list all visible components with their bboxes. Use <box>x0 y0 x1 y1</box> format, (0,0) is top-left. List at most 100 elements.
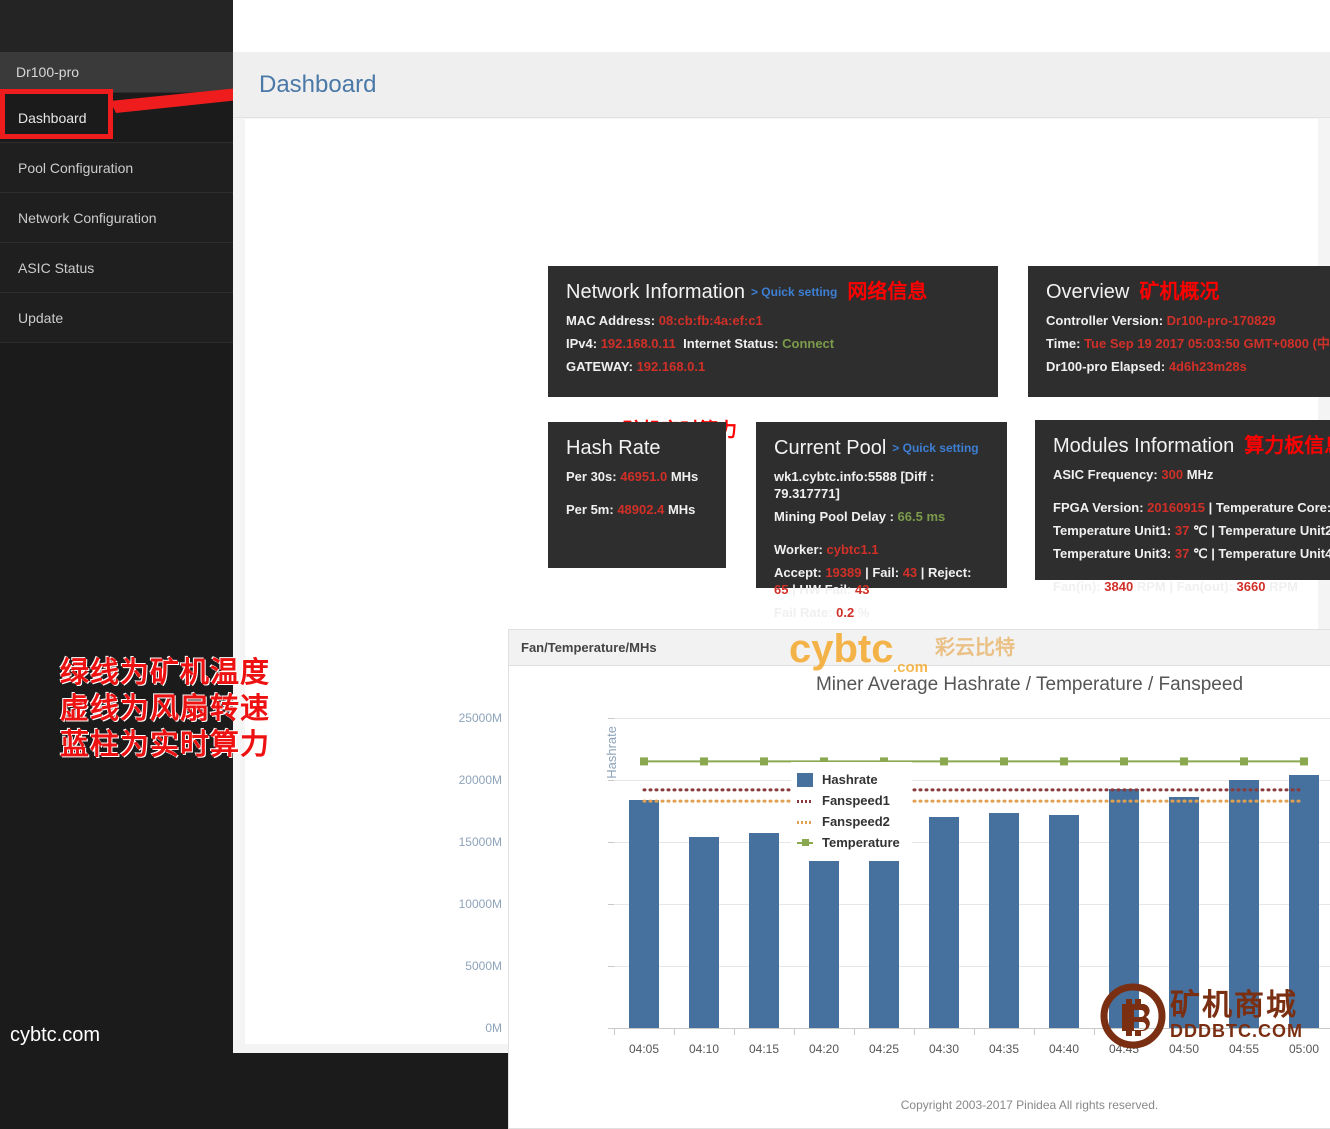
main-area: Dashboard Network Information > Quick set… <box>233 52 1330 1129</box>
chart-xaxis-tick <box>854 1028 855 1035</box>
fail-rate-value: 0.2 <box>836 605 855 620</box>
legend-swatch-hashrate <box>797 773 813 787</box>
gateway-row: GATEWAY: 192.168.0.1 <box>566 358 980 375</box>
annotation-line-3: 蓝柱为实时算力 <box>60 729 271 761</box>
rpm-unit: RPM <box>1136 579 1166 594</box>
asic-frequency-unit: MHz <box>1186 467 1214 482</box>
panel-title: Current Pool > Quick setting <box>774 436 989 460</box>
accept-value: 19389 <box>825 565 862 580</box>
internet-status-label: Internet Status: <box>683 336 779 351</box>
panel-title-cn: 网络信息 <box>847 281 928 303</box>
reject-sep: | <box>920 565 929 580</box>
chart-xaxis-tick-label: 04:20 <box>808 1042 840 1056</box>
pool-delay-value: 66.5 ms <box>897 509 946 524</box>
annotation-line-2: 虚线为风扇转速 <box>60 693 271 725</box>
fail-value: 43 <box>902 565 918 580</box>
chart-bar[interactable] <box>869 835 899 1028</box>
legend-item-temperature[interactable]: Temperature <box>797 834 900 852</box>
panel-title-text: Current Pool <box>774 437 887 459</box>
temp-unit1-value: 37 <box>1174 523 1190 538</box>
sidebar-brand: Dr100-pro <box>0 52 233 93</box>
fan-out-value: 3660 <box>1236 579 1266 594</box>
chart-legend: Hashrate Fanspeed1 Fanspeed2 Temperature <box>791 762 912 861</box>
logo-text-cn: 矿机商城 <box>1170 989 1298 1022</box>
chart-bar[interactable] <box>689 837 719 1028</box>
quick-setting-link[interactable]: > Quick setting <box>751 285 837 299</box>
mac-label: MAC Address: <box>566 313 656 328</box>
mac-value: 08:cb:fb:4a:ef:c1 <box>658 313 763 328</box>
sidebar-item-label: Dashboard <box>18 109 87 126</box>
panel-title-cn: 算力板信息 <box>1244 435 1330 457</box>
time-value: Tue Sep 19 2017 05:03:50 GMT+0800 (中国标准时… <box>1084 336 1330 351</box>
per30s-unit: MHs <box>670 469 699 484</box>
ipv4-row: IPv4: 192.168.0.11 Internet Status: Conn… <box>566 335 980 352</box>
temp-core-label: | Temperature Core: <box>1208 500 1330 515</box>
chart-yaxis-left-tick-label: 20000M <box>458 773 502 787</box>
controller-version-label: Controller Version: <box>1046 313 1164 328</box>
temp-unit3-label: Temperature Unit3: <box>1053 546 1172 561</box>
sidebar-item-pool-configuration[interactable]: Pool Configuration <box>0 143 233 193</box>
fan-out-label: | Fan(out): <box>1169 579 1233 594</box>
legend-item-hashrate[interactable]: Hashrate <box>797 771 900 789</box>
per5m-label: Per 5m: <box>566 502 614 517</box>
logo-text-en: DDDBTC.COM <box>1170 1021 1303 1041</box>
sidebar-item-update[interactable]: Update <box>0 293 233 343</box>
chart-bar[interactable] <box>989 813 1019 1028</box>
per5m-row: Per 5m: 48902.4 MHs <box>566 501 708 518</box>
fpga-value: 20160915 <box>1147 500 1206 515</box>
per5m-unit: MHs <box>667 502 696 517</box>
chart-xaxis-tick <box>794 1028 795 1035</box>
panel-modules-information: Modules Information 算力板信息 ASIC Frequency:… <box>1035 420 1330 594</box>
sidebar-item-label: Pool Configuration <box>18 159 134 176</box>
chart-xaxis-tick-label: 04:15 <box>748 1042 780 1056</box>
reject-label: Reject: <box>928 565 972 580</box>
temp-unit-34-row: Temperature Unit3: 37 ℃ | Temperature Un… <box>1053 545 1330 562</box>
chart-xaxis-tick <box>914 1028 915 1035</box>
panel-title: Network Information > Quick setting 网络信息 <box>566 280 980 304</box>
top-strip <box>0 0 1330 52</box>
quick-setting-link[interactable]: > Quick setting <box>892 441 978 455</box>
chart-xaxis-tick-label: 04:25 <box>868 1042 900 1056</box>
panel-title: Hash Rate <box>566 436 708 460</box>
chart-card-header: Fan/Temperature/MHs <box>509 630 1330 666</box>
time-row: Time: Tue Sep 19 2017 05:03:50 GMT+0800 … <box>1046 335 1330 352</box>
temp-unit1-label: Temperature Unit1: <box>1053 523 1172 538</box>
legend-label: Fanspeed2 <box>822 814 890 829</box>
sidebar-item-dashboard[interactable]: Dashboard <box>0 93 233 143</box>
reject-value: 65 <box>774 582 789 597</box>
chart-yaxis-left-tick-label: 25000M <box>458 711 502 725</box>
chart-xaxis-tick <box>1034 1028 1035 1035</box>
hw-fail-value: 43 <box>854 582 870 597</box>
sidebar-item-network-configuration[interactable]: Network Configuration <box>0 193 233 243</box>
panel-title-text: Overview <box>1046 281 1130 303</box>
panel-title: Overview 矿机概况 <box>1046 280 1330 304</box>
elapsed-value: 4d6h23m28s <box>1168 359 1247 374</box>
sidebar-item-asic-status[interactable]: ASIC Status <box>0 243 233 293</box>
fail-label-text: Fail: <box>872 565 900 580</box>
fan-row: Fan(in): 3840 RPM | Fan(out): 3660 RPM <box>1053 578 1330 595</box>
chart-bar[interactable] <box>1049 814 1079 1028</box>
chart-yaxis-left-tick-label: 15000M <box>458 835 502 849</box>
chart-bar[interactable] <box>929 817 959 1028</box>
legend-swatch-fanspeed1 <box>797 794 813 808</box>
annotation-line-1: 绿线为矿机温度 <box>60 657 271 689</box>
pool-url: wk1.cybtc.info:5588 [Diff : 79.317771] <box>774 469 935 501</box>
legend-label: Hashrate <box>822 772 878 787</box>
temp-unit3-value: 37 <box>1174 546 1190 561</box>
chart-bar[interactable] <box>749 833 779 1028</box>
page-header: Dashboard <box>233 52 1330 118</box>
chart-xaxis-tick-label: 04:30 <box>928 1042 960 1056</box>
fpga-label: FPGA Version: <box>1053 500 1144 515</box>
bitcoin-logo-icon <box>1100 983 1166 1049</box>
asic-frequency-value: 300 <box>1161 467 1184 482</box>
legend-item-fanspeed2[interactable]: Fanspeed2 <box>797 813 900 831</box>
legend-swatch-fanspeed2 <box>797 815 813 829</box>
panel-title-text: Network Information <box>566 281 745 303</box>
chart-bar[interactable] <box>629 799 659 1028</box>
panel-title-text: Modules Information <box>1053 435 1235 457</box>
chart-xaxis-tick <box>734 1028 735 1035</box>
legend-item-fanspeed1[interactable]: Fanspeed1 <box>797 792 900 810</box>
temp-unit-12-row: Temperature Unit1: 37 ℃ | Temperature Un… <box>1053 522 1330 539</box>
rpm-unit: RPM <box>1269 579 1298 594</box>
sidebar-item-label: Network Configuration <box>18 209 157 226</box>
